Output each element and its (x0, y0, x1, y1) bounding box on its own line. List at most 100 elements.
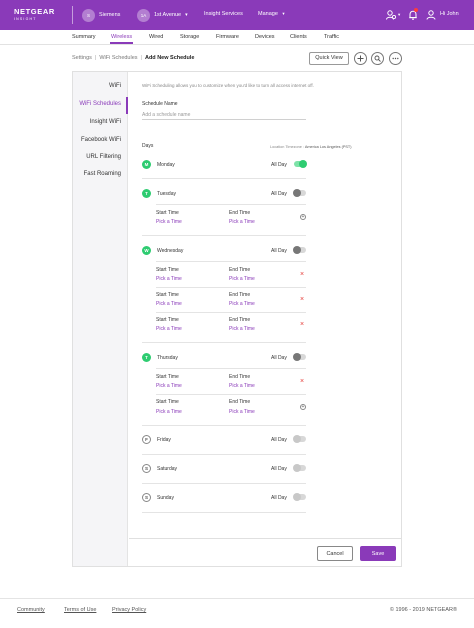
sidebar-item-facebook-wifi[interactable]: Facebook WiFi (81, 137, 121, 143)
all-day-toggle[interactable] (294, 160, 307, 168)
location-selector[interactable]: 1A 1st Avenue ▾ (137, 7, 188, 23)
divider (156, 287, 306, 288)
netgear-logo[interactable]: NETGEAR INSIGHT (14, 7, 58, 25)
breadcrumb-settings[interactable]: Settings (72, 55, 92, 61)
save-button[interactable]: Save (360, 546, 396, 561)
all-day-toggle[interactable] (293, 464, 306, 472)
tab-storage[interactable]: Storage (180, 34, 199, 40)
start-time-picker[interactable]: Pick a Time (156, 301, 182, 307)
toggle-knob (293, 353, 301, 361)
search-icon (374, 55, 381, 62)
cancel-button[interactable]: Cancel (317, 546, 353, 561)
terms-of-use-link[interactable]: Terms of Use (64, 607, 96, 613)
breadcrumb: Settings | WiFi Schedules | Add New Schedule (72, 55, 194, 61)
all-day-toggle[interactable] (293, 246, 306, 254)
start-time-label: Start Time (156, 374, 179, 380)
end-time-picker[interactable]: Pick a Time (229, 219, 255, 225)
org-name: Siemens (99, 12, 121, 18)
all-day-toggle[interactable] (293, 189, 306, 197)
start-time-picker[interactable]: Pick a Time (156, 219, 182, 225)
start-time-picker[interactable]: Pick a Time (156, 383, 182, 389)
users-icon[interactable] (385, 9, 397, 21)
all-day-label: All Day (271, 162, 287, 168)
all-day-label: All Day (271, 248, 287, 254)
all-day-toggle[interactable] (293, 435, 306, 443)
remove-time-slot-icon[interactable]: × (300, 321, 304, 328)
breadcrumb-wifi-schedules[interactable]: WiFi Schedules (99, 55, 137, 61)
remove-time-slot-icon[interactable]: × (300, 378, 304, 385)
insight-services-link[interactable]: Insight Services (204, 11, 243, 17)
day-name: Monday (157, 162, 175, 168)
plus-icon (357, 55, 364, 62)
all-day-label: All Day (271, 191, 287, 197)
day-badge[interactable]: F (142, 435, 151, 444)
sidebar-item-wifi[interactable]: WiFi (109, 83, 121, 89)
remove-time-slot-icon[interactable]: × (300, 271, 304, 278)
day-row-tuesday: T Tuesday All Day (142, 188, 306, 200)
add-time-slot-icon[interactable]: + (300, 404, 306, 410)
start-time-picker[interactable]: Pick a Time (156, 326, 182, 332)
sidebar-item-wifi-schedules[interactable]: WiFi Schedules (79, 101, 121, 107)
end-time-picker[interactable]: Pick a Time (229, 383, 255, 389)
add-time-slot-icon[interactable]: + (300, 214, 306, 220)
toggle-knob (299, 160, 307, 168)
start-time-picker[interactable]: Pick a Time (156, 409, 182, 415)
tab-firmware[interactable]: Firmware (216, 34, 239, 40)
notification-badge (414, 8, 418, 12)
tab-summary[interactable]: Summary (72, 34, 96, 40)
remove-time-slot-icon[interactable]: × (300, 296, 304, 303)
user-menu[interactable]: Hi John (440, 11, 459, 17)
sidebar-item-fast-roaming[interactable]: Fast Roaming (84, 171, 121, 177)
start-time-picker[interactable]: Pick a Time (156, 276, 182, 282)
day-badge[interactable]: T (142, 353, 151, 362)
tab-clients[interactable]: Clients (290, 34, 307, 40)
tab-devices[interactable]: Devices (255, 34, 275, 40)
all-day-toggle[interactable] (293, 353, 306, 361)
schedule-name-input[interactable] (142, 110, 306, 120)
divider (156, 261, 306, 262)
schedule-form: WiFi Scheduling allows you to customize … (129, 72, 401, 566)
tab-wired[interactable]: Wired (149, 34, 163, 40)
day-badge[interactable]: M (142, 160, 151, 169)
manage-menu[interactable]: Manage ▾ (258, 11, 285, 17)
search-button[interactable] (371, 52, 384, 65)
logo-subtext: INSIGHT (14, 17, 37, 21)
sub-navigation: Summary Wireless Wired Storage Firmware … (0, 30, 474, 45)
org-selector[interactable]: S Siemens (82, 7, 120, 23)
add-button[interactable] (354, 52, 367, 65)
toggle-knob (293, 435, 301, 443)
all-day-label: All Day (271, 466, 287, 472)
day-row-friday: F Friday All Day (142, 434, 306, 446)
end-time-picker[interactable]: Pick a Time (229, 409, 255, 415)
form-description: WiFi Scheduling allows you to customize … (142, 83, 314, 88)
all-day-toggle[interactable] (293, 493, 306, 501)
all-day-label: All Day (271, 437, 287, 443)
divider (142, 342, 306, 343)
tab-wireless[interactable]: Wireless (111, 34, 132, 40)
day-badge[interactable]: S (142, 464, 151, 473)
sidebar-item-insight-wifi[interactable]: Insight WiFi (90, 119, 121, 125)
manage-label: Manage (258, 11, 278, 17)
day-badge[interactable]: S (142, 493, 151, 502)
quick-view-button[interactable]: Quick View (309, 52, 349, 65)
end-time-picker[interactable]: Pick a Time (229, 276, 255, 282)
sidebar-item-url-filtering[interactable]: URL Filtering (86, 154, 121, 160)
day-badge[interactable]: W (142, 246, 151, 255)
logo-text: NETGEAR (14, 7, 55, 16)
user-icon[interactable] (425, 9, 437, 21)
all-day-label: All Day (271, 495, 287, 501)
end-time-picker[interactable]: Pick a Time (229, 326, 255, 332)
tab-traffic[interactable]: Traffic (324, 34, 339, 40)
org-avatar: S (82, 8, 95, 22)
day-badge[interactable]: T (142, 189, 151, 198)
day-row-sunday: S Sunday All Day (142, 492, 306, 504)
toggle-knob (293, 493, 301, 501)
divider (142, 483, 306, 484)
end-time-picker[interactable]: Pick a Time (229, 301, 255, 307)
copyright: © 1996 - 2019 NETGEAR® (389, 607, 457, 613)
timezone-value: America Los Angeles (PST) (304, 145, 352, 149)
community-link[interactable]: Community (17, 607, 45, 613)
privacy-policy-link[interactable]: Privacy Policy (112, 607, 146, 613)
divider (142, 454, 306, 455)
more-options-button[interactable] (389, 52, 402, 65)
